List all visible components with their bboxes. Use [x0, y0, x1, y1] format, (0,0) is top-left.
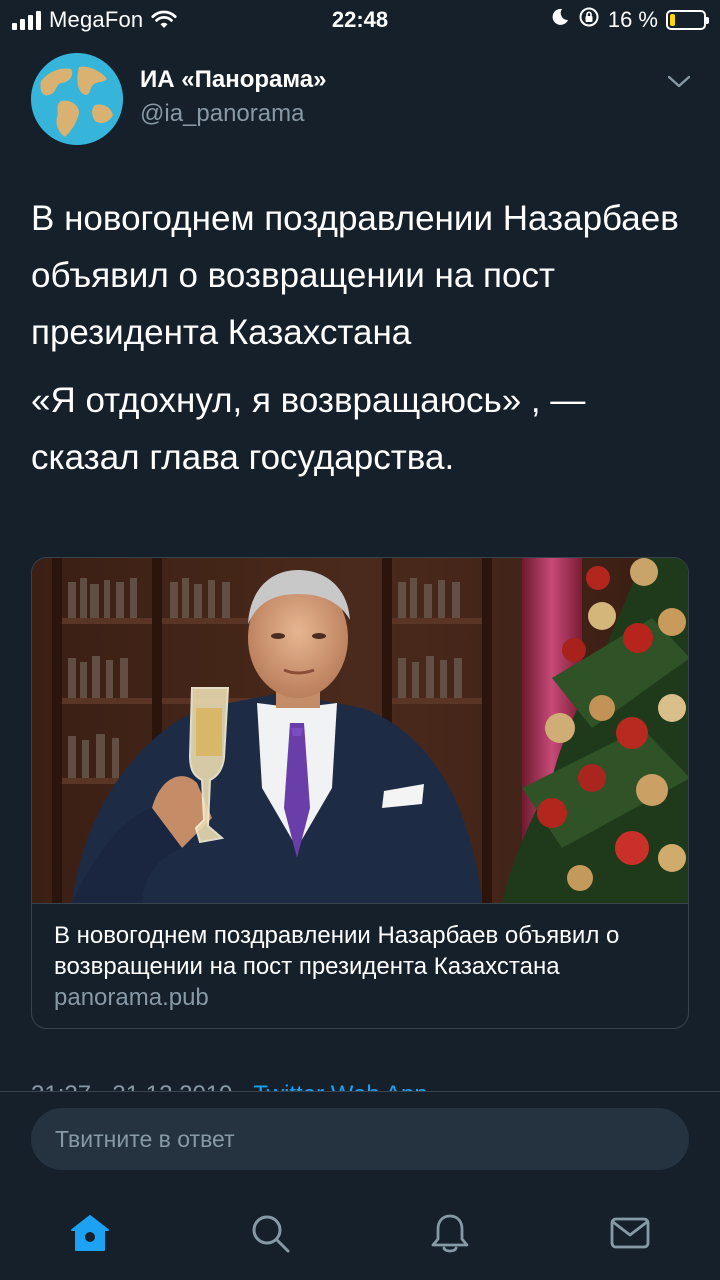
- rotation-lock-icon: [578, 6, 600, 34]
- battery-percent: 16 %: [607, 7, 658, 32]
- reply-input[interactable]: Твитните в ответ: [31, 1108, 689, 1170]
- author-name[interactable]: ИА «Панорама»: [140, 66, 327, 94]
- status-right: 16 %: [550, 6, 709, 34]
- tweet-paragraph: В новогоднем поздравлении Назарбаев объя…: [31, 199, 679, 352]
- reply-bar: Твитните в ответ: [0, 1091, 720, 1186]
- avatar[interactable]: [31, 53, 123, 145]
- status-bar: MegaFon 22:48 16 %: [0, 0, 720, 40]
- notifications-icon[interactable]: [428, 1211, 472, 1255]
- search-icon[interactable]: [248, 1211, 292, 1255]
- tweet-paragraph: «Я отдохнул, я возвращаюсь» , — сказал г…: [31, 381, 586, 477]
- globe-icon: [31, 53, 123, 145]
- card-title: В новогоднем поздравлении Назарбаев объя…: [54, 922, 620, 980]
- author-handle[interactable]: @ia_panorama: [140, 100, 304, 128]
- home-icon[interactable]: [68, 1211, 112, 1255]
- card-image: [32, 558, 688, 904]
- battery-icon: [666, 10, 709, 30]
- messages-icon[interactable]: [608, 1211, 652, 1255]
- card-domain: panorama.pub: [54, 984, 209, 1011]
- do-not-disturb-icon: [550, 7, 570, 33]
- battery-level: [670, 14, 675, 26]
- link-card[interactable]: В новогоднем поздравлении Назарбаев объя…: [31, 557, 689, 1029]
- card-photo: [32, 558, 688, 903]
- tweet-text: В новогоднем поздравлении Назарбаев объя…: [31, 190, 701, 486]
- chevron-down-icon[interactable]: [666, 74, 692, 95]
- bottom-nav: [0, 1185, 720, 1280]
